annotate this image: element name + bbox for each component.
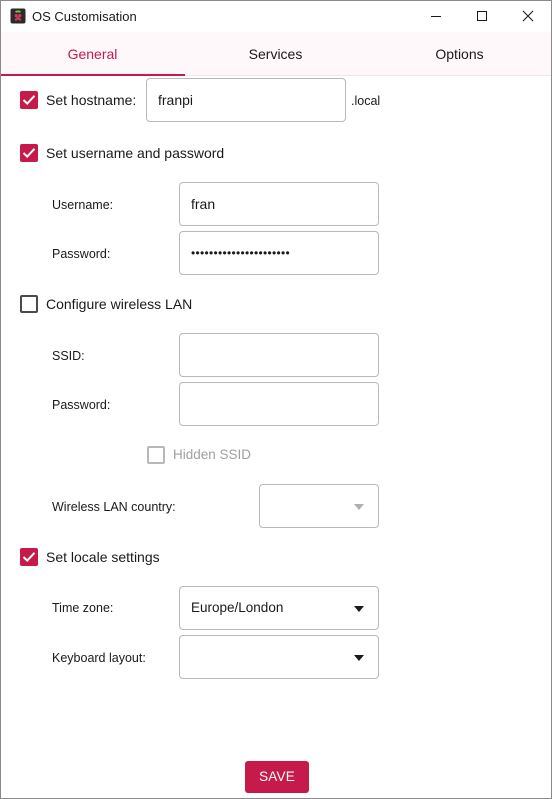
password-label: Password:: [52, 247, 111, 261]
time-zone-label: Time zone:: [52, 601, 114, 615]
tab-general[interactable]: General: [1, 32, 184, 76]
hostname-input[interactable]: franpi: [146, 78, 346, 122]
selected-tab-indicator: [1, 74, 185, 76]
tab-options[interactable]: Options: [368, 32, 551, 76]
triangle-down-icon: [354, 606, 364, 612]
username-input[interactable]: fran: [179, 182, 379, 226]
tab-services[interactable]: Services: [184, 32, 367, 76]
checkmark-icon: [22, 552, 36, 563]
set-username-password-label[interactable]: Set username and password: [46, 145, 224, 161]
hostname-suffix: .local: [351, 94, 381, 108]
wifi-password-input[interactable]: [179, 382, 379, 426]
minimize-button[interactable]: [413, 1, 459, 31]
triangle-down-icon: [354, 504, 364, 510]
save-button[interactable]: SAVE: [245, 761, 309, 793]
hidden-ssid-checkbox[interactable]: [147, 446, 165, 464]
checkmark-icon: [22, 148, 36, 159]
set-username-password-checkbox[interactable]: [20, 144, 38, 162]
close-button[interactable]: [505, 1, 551, 31]
set-hostname-checkbox[interactable]: [20, 91, 38, 109]
keyboard-layout-select[interactable]: [179, 635, 379, 679]
password-input[interactable]: ••••••••••••••••••••••: [179, 231, 379, 275]
title-bar[interactable]: OS Customisation: [1, 1, 551, 31]
keyboard-layout-label: Keyboard layout:: [52, 651, 146, 665]
wireless-lan-country-label: Wireless LAN country:: [52, 500, 176, 514]
set-hostname-label[interactable]: Set hostname:: [46, 92, 136, 108]
time-zone-value: Europe/London: [191, 600, 284, 615]
minimize-icon: [431, 16, 441, 17]
hidden-ssid-label[interactable]: Hidden SSID: [173, 447, 251, 462]
configure-wireless-lan-checkbox[interactable]: [20, 295, 38, 313]
checkmark-icon: [22, 95, 36, 106]
set-locale-settings-checkbox[interactable]: [20, 548, 38, 566]
configure-wireless-lan-label[interactable]: Configure wireless LAN: [46, 296, 192, 312]
ssid-label: SSID:: [52, 349, 85, 363]
wifi-password-label: Password:: [52, 398, 111, 412]
window-title: OS Customisation: [32, 9, 137, 24]
wireless-lan-country-select[interactable]: [259, 484, 379, 528]
username-label: Username:: [52, 198, 114, 212]
tab-bar: General Services Options: [1, 32, 551, 76]
time-zone-select[interactable]: Europe/London: [179, 586, 379, 630]
maximize-icon: [477, 11, 487, 21]
set-locale-settings-label[interactable]: Set locale settings: [46, 549, 160, 565]
ssid-input[interactable]: [179, 333, 379, 377]
maximize-button[interactable]: [459, 1, 505, 31]
triangle-down-icon: [354, 655, 364, 661]
os-customisation-window: OS Customisation General Services Option…: [0, 0, 552, 799]
raspberry-pi-icon: [10, 8, 26, 24]
close-icon: [522, 10, 534, 22]
